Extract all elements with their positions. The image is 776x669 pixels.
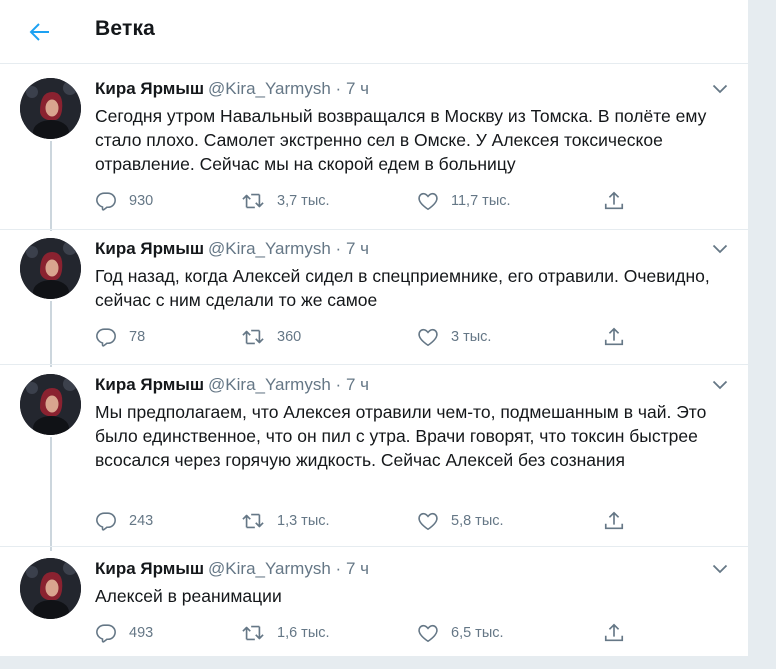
thread-column: Ветка Кира Ярмыш @Kira_Yarmysh · 7 ч Сего… bbox=[0, 0, 749, 657]
separator-dot: · bbox=[335, 79, 342, 98]
retweet-button[interactable]: 1,6 тыс. bbox=[241, 621, 330, 645]
reply-button[interactable]: 493 bbox=[95, 621, 153, 645]
arrow-left-icon bbox=[29, 23, 49, 41]
retweet-count: 360 bbox=[277, 329, 302, 345]
reply-icon bbox=[96, 512, 116, 531]
tweet[interactable]: Кира Ярмыш @Kira_Yarmysh · 7 ч Алексей в … bbox=[0, 558, 749, 653]
reply-button[interactable]: 78 bbox=[95, 325, 145, 349]
reply-count: 78 bbox=[129, 329, 146, 345]
like-count: 5,8 тыс. bbox=[451, 513, 504, 529]
tweet-time[interactable]: 7 ч bbox=[346, 375, 369, 394]
tweet-header: Кира Ярмыш @Kira_Yarmysh · 7 ч bbox=[95, 374, 369, 396]
share-icon bbox=[604, 623, 624, 642]
author-name[interactable]: Кира Ярмыш bbox=[95, 375, 204, 394]
retweet-count: 3,7 тыс. bbox=[277, 193, 330, 209]
heart-icon bbox=[418, 624, 438, 643]
retweet-icon bbox=[242, 329, 264, 345]
retweet-count: 1,3 тыс. bbox=[277, 513, 330, 529]
reply-count: 493 bbox=[129, 625, 154, 641]
tweet-time[interactable]: 7 ч bbox=[346, 239, 369, 258]
tweet-header: Кира Ярмыш @Kira_Yarmysh · 7 ч bbox=[95, 78, 369, 100]
author-name[interactable]: Кира Ярмыш bbox=[95, 559, 204, 578]
reply-button[interactable]: 930 bbox=[95, 189, 153, 213]
tweet[interactable]: Кира Ярмыш @Kira_Yarmysh · 7 ч Год назад,… bbox=[0, 238, 749, 358]
author-handle[interactable]: @Kira_Yarmysh bbox=[208, 559, 331, 578]
avatar[interactable] bbox=[20, 78, 81, 139]
tweet[interactable]: Кира Ярмыш @Kira_Yarmysh · 7 ч Мы предпол… bbox=[0, 374, 749, 544]
retweet-icon bbox=[242, 625, 264, 641]
heart-icon bbox=[418, 328, 438, 347]
avatar[interactable] bbox=[20, 238, 81, 299]
chevron-down-icon bbox=[712, 380, 728, 390]
chevron-down-icon bbox=[712, 244, 728, 254]
tweet-actions: 930 3,7 тыс. 11,7 тыс. bbox=[95, 189, 655, 213]
tweet-divider bbox=[0, 364, 749, 365]
reply-count: 243 bbox=[129, 513, 154, 529]
share-icon bbox=[604, 191, 624, 210]
tweet-actions: 78 360 3 тыс. bbox=[95, 325, 655, 349]
like-count: 3 тыс. bbox=[451, 329, 492, 345]
separator-dot: · bbox=[335, 239, 342, 258]
retweet-icon bbox=[242, 193, 264, 209]
retweet-icon bbox=[242, 513, 264, 529]
like-count: 6,5 тыс. bbox=[451, 625, 504, 641]
reply-count: 930 bbox=[129, 193, 154, 209]
tweet-divider bbox=[0, 546, 749, 547]
tweet-header: Кира Ярмыш @Kira_Yarmysh · 7 ч bbox=[95, 238, 369, 260]
share-icon bbox=[604, 511, 624, 530]
like-button[interactable]: 3 тыс. bbox=[417, 325, 491, 349]
tweet-header: Кира Ярмыш @Kira_Yarmysh · 7 ч bbox=[95, 558, 369, 580]
share-button[interactable] bbox=[603, 325, 625, 349]
reply-icon bbox=[96, 192, 116, 211]
tweet[interactable]: Кира Ярмыш @Kira_Yarmysh · 7 ч Сегодня ут… bbox=[0, 78, 749, 228]
reply-icon bbox=[96, 328, 116, 347]
like-button[interactable]: 6,5 тыс. bbox=[417, 621, 504, 645]
reply-icon bbox=[96, 624, 116, 643]
retweet-button[interactable]: 3,7 тыс. bbox=[241, 189, 330, 213]
share-button[interactable] bbox=[603, 509, 625, 533]
share-button[interactable] bbox=[603, 189, 625, 213]
avatar[interactable] bbox=[20, 558, 81, 619]
tweet-text: Сегодня утром Навальный возвращался в Мо… bbox=[95, 106, 707, 174]
tweet-menu-button[interactable] bbox=[711, 562, 729, 576]
tweet-text: Мы предполагаем, что Алексея отравили че… bbox=[95, 402, 707, 470]
author-name[interactable]: Кира Ярмыш bbox=[95, 239, 204, 258]
share-icon bbox=[604, 327, 624, 346]
like-count: 11,7 тыс. bbox=[451, 193, 511, 209]
author-name[interactable]: Кира Ярмыш bbox=[95, 79, 204, 98]
tweet-menu-button[interactable] bbox=[711, 82, 729, 96]
author-handle[interactable]: @Kira_Yarmysh bbox=[208, 239, 331, 258]
heart-icon bbox=[418, 192, 438, 211]
tweet-text: Год назад, когда Алексей сидел в спецпри… bbox=[95, 266, 710, 310]
tweet-menu-button[interactable] bbox=[711, 242, 729, 256]
tweet-time[interactable]: 7 ч bbox=[346, 559, 369, 578]
back-button[interactable] bbox=[24, 16, 56, 48]
chevron-down-icon bbox=[712, 84, 728, 94]
tweet-divider bbox=[0, 229, 749, 230]
tweet-text: Алексей в реанимации bbox=[95, 586, 282, 606]
share-button[interactable] bbox=[603, 621, 625, 645]
chevron-down-icon bbox=[712, 564, 728, 574]
thread-header: Ветка bbox=[0, 0, 749, 64]
tweet-time[interactable]: 7 ч bbox=[346, 79, 369, 98]
retweet-button[interactable]: 360 bbox=[241, 325, 301, 349]
heart-icon bbox=[418, 512, 438, 531]
separator-dot: · bbox=[335, 375, 342, 394]
reply-button[interactable]: 243 bbox=[95, 509, 153, 533]
tweet-actions: 493 1,6 тыс. 6,5 тыс. bbox=[95, 621, 655, 645]
tweet-menu-button[interactable] bbox=[711, 378, 729, 392]
author-handle[interactable]: @Kira_Yarmysh bbox=[208, 79, 331, 98]
tweet-actions: 243 1,3 тыс. 5,8 тыс. bbox=[95, 509, 655, 533]
retweet-button[interactable]: 1,3 тыс. bbox=[241, 509, 330, 533]
like-button[interactable]: 11,7 тыс. bbox=[417, 189, 511, 213]
author-handle[interactable]: @Kira_Yarmysh bbox=[208, 375, 331, 394]
like-button[interactable]: 5,8 тыс. bbox=[417, 509, 504, 533]
page-title: Ветка bbox=[95, 17, 156, 40]
avatar[interactable] bbox=[20, 374, 81, 435]
separator-dot: · bbox=[335, 559, 342, 578]
retweet-count: 1,6 тыс. bbox=[277, 625, 330, 641]
